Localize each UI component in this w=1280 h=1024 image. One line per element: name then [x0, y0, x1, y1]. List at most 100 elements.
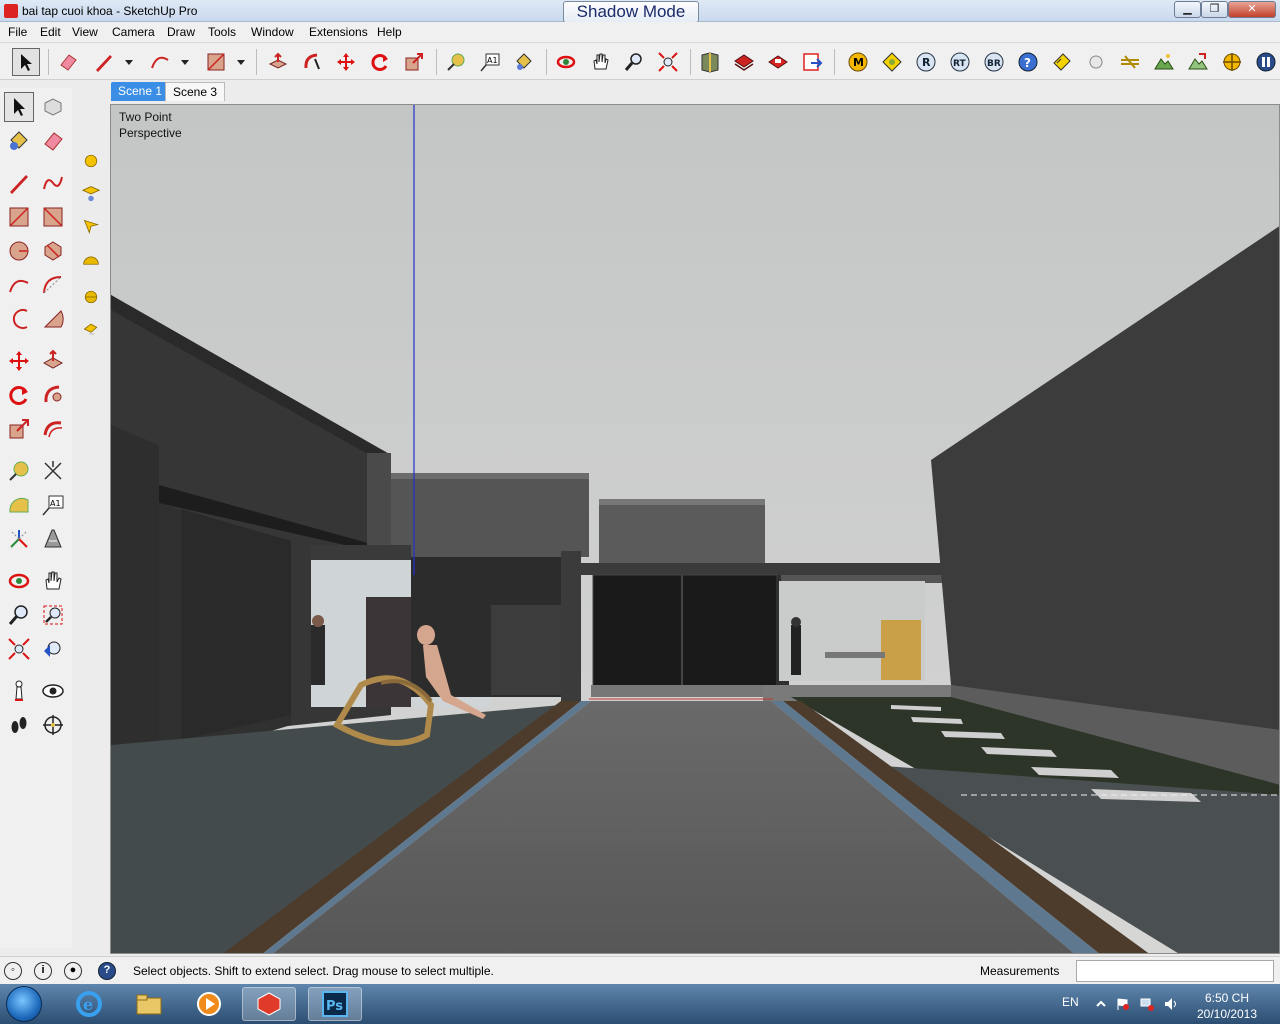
polygon-icon[interactable]: [38, 236, 68, 266]
photoshop-icon[interactable]: Ps: [308, 987, 362, 1021]
text-label-icon[interactable]: A1: [476, 48, 504, 76]
system-clock[interactable]: 6:50 CH 20/10/2013: [1192, 990, 1262, 1022]
network-icon[interactable]: [1140, 997, 1154, 1011]
push-pull-icon[interactable]: [38, 346, 68, 376]
volume-icon[interactable]: [1164, 997, 1178, 1011]
action-center-flag-icon[interactable]: [1116, 997, 1130, 1011]
position-camera-icon[interactable]: [4, 676, 34, 706]
offset-icon[interactable]: [38, 414, 68, 444]
follow-me-icon[interactable]: [38, 380, 68, 410]
rotated-rectangle-icon[interactable]: [38, 202, 68, 232]
plugin-landscape2-icon[interactable]: [1184, 48, 1212, 76]
walk-icon[interactable]: [4, 710, 34, 740]
pie-icon[interactable]: [38, 304, 68, 334]
zoom-window-icon[interactable]: [38, 600, 68, 630]
plugin-r-icon[interactable]: R: [912, 48, 940, 76]
rotate-icon[interactable]: [4, 380, 34, 410]
spot-light-icon[interactable]: [80, 182, 102, 204]
text-label-icon[interactable]: A1: [38, 490, 68, 520]
arrow-light-icon[interactable]: [80, 216, 102, 238]
two-point-arc-icon[interactable]: [38, 270, 68, 300]
dimension-icon[interactable]: [38, 456, 68, 486]
paint-bucket-icon[interactable]: [510, 48, 538, 76]
scale-icon[interactable]: [4, 414, 34, 444]
section-plane-icon[interactable]: [38, 710, 68, 740]
instructor-help-icon[interactable]: ?: [98, 962, 116, 980]
zoom-extents-icon[interactable]: [654, 48, 682, 76]
protractor-icon[interactable]: [4, 490, 34, 520]
orbit-icon[interactable]: [552, 48, 580, 76]
help-circle-icon[interactable]: ?: [1014, 48, 1042, 76]
menu-edit[interactable]: Edit: [40, 25, 61, 39]
file-explorer-icon[interactable]: [122, 987, 176, 1021]
tape-measure-icon[interactable]: [442, 48, 470, 76]
menu-tools[interactable]: Tools: [208, 25, 236, 39]
menu-view[interactable]: View: [72, 25, 98, 39]
pause-icon[interactable]: [1252, 48, 1280, 76]
tape-measure-icon[interactable]: [4, 456, 34, 486]
menu-camera[interactable]: Camera: [112, 25, 155, 39]
measurements-input[interactable]: [1076, 960, 1274, 982]
menu-extensions[interactable]: Extensions: [309, 25, 368, 39]
zoom-icon[interactable]: [4, 600, 34, 630]
plugin-rt-icon[interactable]: RT: [946, 48, 974, 76]
rotate-icon[interactable]: [366, 48, 394, 76]
sketchup-app-icon[interactable]: [4, 4, 18, 18]
arc-dropdown-icon[interactable]: [180, 56, 190, 66]
rectangle-dropdown-icon[interactable]: [236, 56, 246, 66]
select-arrow-icon[interactable]: [4, 92, 34, 122]
sketchup-icon[interactable]: [242, 987, 296, 1021]
menu-help[interactable]: Help: [377, 25, 402, 39]
3d-text-icon[interactable]: [38, 524, 68, 554]
restore-button[interactable]: ❐: [1201, 1, 1228, 18]
rectangle-icon[interactable]: [202, 48, 230, 76]
start-button[interactable]: [6, 986, 42, 1022]
pencil-dropdown-icon[interactable]: [124, 56, 134, 66]
eraser-icon[interactable]: [54, 48, 82, 76]
show-hidden-icons-icon[interactable]: [1094, 997, 1108, 1011]
axes-icon[interactable]: [4, 524, 34, 554]
menu-window[interactable]: Window: [251, 25, 294, 39]
plugin-lines-icon[interactable]: [1116, 48, 1144, 76]
menu-draw[interactable]: Draw: [167, 25, 195, 39]
select-arrow-icon[interactable]: [12, 48, 40, 76]
arc-icon[interactable]: [146, 48, 174, 76]
light-tag-icon[interactable]: [80, 318, 102, 340]
plugin-tag-icon[interactable]: [878, 48, 906, 76]
dome-light-icon[interactable]: [80, 250, 102, 272]
plugin-target-icon[interactable]: [1218, 48, 1246, 76]
internet-explorer-icon[interactable]: e: [62, 987, 116, 1021]
close-button[interactable]: ✕: [1228, 1, 1276, 18]
plugin-br-icon[interactable]: BR: [980, 48, 1008, 76]
plugin-sphere-icon[interactable]: [1082, 48, 1110, 76]
push-pull-icon[interactable]: [264, 48, 292, 76]
sphere-light-icon[interactable]: [80, 150, 102, 172]
rectangle-icon[interactable]: [4, 202, 34, 232]
move-icon[interactable]: [4, 346, 34, 376]
follow-me-icon[interactable]: [298, 48, 326, 76]
previous-view-icon[interactable]: [38, 634, 68, 664]
media-player-icon[interactable]: [182, 987, 236, 1021]
pencil-line-icon[interactable]: [90, 48, 118, 76]
geolocation-icon[interactable]: ◦: [4, 962, 22, 980]
move-icon[interactable]: [332, 48, 360, 76]
credits-info-icon[interactable]: i: [34, 962, 52, 980]
half-sphere-light-icon[interactable]: [80, 286, 102, 308]
orbit-icon[interactable]: [4, 566, 34, 596]
paint-bucket-icon[interactable]: [4, 126, 34, 156]
extension-warehouse-icon[interactable]: [798, 48, 826, 76]
pan-hand-icon[interactable]: [586, 48, 614, 76]
circle-icon[interactable]: [4, 236, 34, 266]
menu-file[interactable]: File: [8, 25, 27, 39]
plugin-landscape-icon[interactable]: [1150, 48, 1178, 76]
pan-hand-icon[interactable]: [38, 566, 68, 596]
three-point-arc-icon[interactable]: [4, 304, 34, 334]
minimize-button[interactable]: ▁: [1174, 1, 1201, 18]
plugin-tag2-icon[interactable]: [1048, 48, 1076, 76]
arc-icon[interactable]: [4, 270, 34, 300]
freehand-icon[interactable]: [38, 168, 68, 198]
tab-scene-3[interactable]: Scene 3: [165, 82, 226, 101]
user-account-icon[interactable]: ●: [64, 962, 82, 980]
input-language[interactable]: EN: [1062, 995, 1079, 1009]
scale-icon[interactable]: [400, 48, 428, 76]
